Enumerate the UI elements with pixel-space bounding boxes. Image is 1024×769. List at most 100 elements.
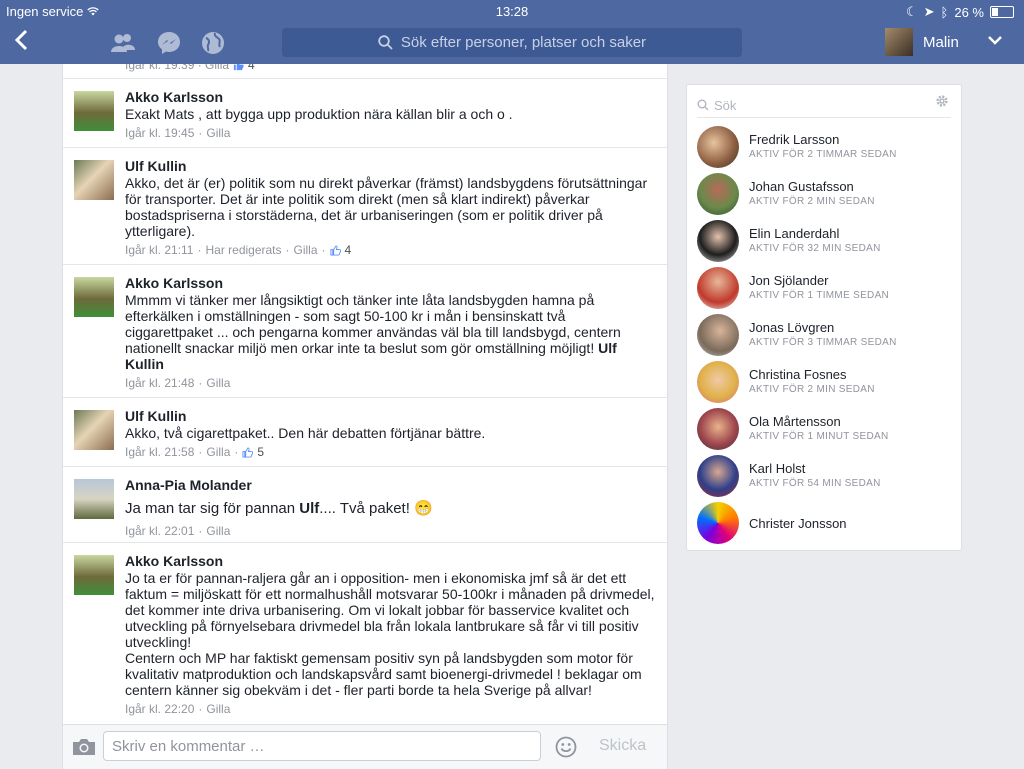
- dot-separator: ·: [234, 445, 239, 459]
- dot-separator: ·: [285, 243, 290, 257]
- avatar: [697, 408, 739, 450]
- chat-friend[interactable]: Karl Holst AKTIV FÖR 54 MIN SEDAN: [697, 455, 953, 499]
- like-count[interactable]: 5: [242, 444, 264, 460]
- comment-text: Jo ta er för pannan-raljera går an i opp…: [125, 570, 655, 698]
- comment-author[interactable]: Anna-Pia Molander: [125, 476, 655, 494]
- status-right: ☾ ➤ ᛒ 26 %: [906, 4, 1014, 20]
- like-button[interactable]: Gilla: [206, 125, 230, 141]
- author-avatar[interactable]: [74, 555, 114, 595]
- like-button[interactable]: Gilla: [206, 444, 230, 460]
- like-button[interactable]: Gilla: [206, 523, 230, 539]
- comment-meta: Igår kl. 21:48 · Gilla: [125, 375, 655, 391]
- friend-name: Jonas Lövgren: [749, 320, 835, 335]
- camera-button[interactable]: [71, 737, 97, 762]
- comment-time[interactable]: Igår kl. 21:11: [125, 242, 193, 258]
- like-count-value: 4: [344, 243, 352, 257]
- comment-body: Ulf Kullin Akko, två cigarettpaket.. Den…: [125, 407, 655, 460]
- nav-row: Sök efter personer, platser och saker Ma…: [0, 26, 1024, 60]
- comment-text: Akko, det är (er) politik som nu direkt …: [125, 175, 648, 239]
- comment-author[interactable]: Akko Karlsson: [125, 552, 655, 570]
- comment-meta: Igår kl. 21:11 · Har redigerats · Gilla · 4: [125, 242, 655, 258]
- chat-search-placeholder: Sök: [714, 97, 737, 113]
- comment-meta-text: Igår kl. 19:39 · Gilla: [125, 64, 230, 72]
- search-icon: [697, 99, 709, 111]
- friend-status: AKTIV FÖR 1 MINUT SEDAN: [749, 431, 889, 442]
- comment-time[interactable]: Igår kl. 21:48: [125, 375, 194, 391]
- friend-name: Ola Mårtensson: [749, 414, 841, 429]
- friend-status: AKTIV FÖR 32 MIN SEDAN: [749, 243, 881, 254]
- emoji-button[interactable]: [555, 736, 577, 763]
- comment-body: Akko Karlsson Mmmm vi tänker mer långsik…: [125, 274, 655, 391]
- chat-friend[interactable]: Elin Landerdahl AKTIV FÖR 32 MIN SEDAN: [697, 220, 953, 264]
- chevron-left-icon: [14, 29, 28, 51]
- comment-input[interactable]: Skriv en kommentar …: [103, 731, 541, 761]
- menu-chevron-button[interactable]: [987, 30, 1003, 55]
- status-bar: Ingen service 13:28 ☾ ➤ ᛒ 26 %: [0, 0, 1024, 22]
- like-count-value: 5: [257, 445, 265, 459]
- comment-author[interactable]: Ulf Kullin: [125, 157, 655, 175]
- comment-time[interactable]: Igår kl. 19:45: [125, 125, 194, 141]
- friend-requests-icon[interactable]: [110, 30, 136, 56]
- like-count: 4: [233, 64, 255, 73]
- comment-author[interactable]: Akko Karlsson: [125, 274, 655, 292]
- avatar: [697, 220, 739, 262]
- dot-separator: ·: [198, 524, 203, 538]
- like-count-value: 4: [248, 64, 255, 72]
- chat-friend[interactable]: Jon Sjölander AKTIV FÖR 1 TIMME SEDAN: [697, 267, 953, 311]
- comment-author[interactable]: Akko Karlsson: [125, 88, 655, 106]
- comment: Akko Karlsson Mmmm vi tänker mer långsik…: [63, 264, 667, 398]
- comment-time[interactable]: Igår kl. 22:20: [125, 701, 194, 717]
- friend-name: Christer Jonsson: [749, 516, 847, 531]
- chat-friend[interactable]: Fredrik Larsson AKTIV FÖR 2 TIMMAR SEDAN: [697, 126, 953, 170]
- friend-name: Fredrik Larsson: [749, 132, 840, 147]
- messenger-icon[interactable]: [156, 30, 182, 56]
- avatar: [697, 267, 739, 309]
- avatar: [885, 28, 913, 56]
- edited-label[interactable]: Har redigerats: [205, 242, 281, 258]
- comment-input-placeholder: Skriv en kommentar …: [112, 737, 265, 755]
- comment-meta: Igår kl. 22:01 · Gilla: [125, 523, 655, 539]
- chat-friend[interactable]: Christer Jonsson: [697, 502, 953, 546]
- dot-separator: ·: [198, 445, 203, 459]
- comment-body: Ulf Kullin Akko, det är (er) politik som…: [125, 157, 655, 258]
- comment-text-a: Ja man tar sig för pannan: [125, 500, 300, 517]
- friend-status: AKTIV FÖR 54 MIN SEDAN: [749, 478, 881, 489]
- profile-link[interactable]: Malin: [885, 28, 959, 56]
- search-bar[interactable]: Sök efter personer, platser och saker: [282, 28, 742, 57]
- like-button[interactable]: Gilla: [294, 242, 318, 258]
- send-button[interactable]: Skicka: [599, 737, 646, 755]
- author-avatar[interactable]: [74, 277, 114, 317]
- author-avatar[interactable]: [74, 479, 114, 519]
- comment-author[interactable]: Ulf Kullin: [125, 407, 655, 425]
- author-avatar[interactable]: [74, 410, 114, 450]
- like-count[interactable]: 4: [329, 242, 352, 258]
- chat-search-input[interactable]: Sök: [697, 95, 951, 115]
- chat-friend[interactable]: Johan Gustafsson AKTIV FÖR 2 MIN SEDAN: [697, 173, 953, 217]
- comment-time[interactable]: Igår kl. 21:58: [125, 444, 194, 460]
- avatar: [697, 502, 739, 544]
- comment: Akko Karlsson Exakt Mats , att bygga upp…: [63, 78, 667, 148]
- chat-friend[interactable]: Christina Fosnes AKTIV FÖR 2 MIN SEDAN: [697, 361, 953, 405]
- friend-status: AKTIV FÖR 3 TIMMAR SEDAN: [749, 337, 897, 348]
- back-button[interactable]: [14, 28, 28, 56]
- thumbs-up-icon: [242, 446, 254, 458]
- friend-name: Jon Sjölander: [749, 273, 829, 288]
- like-button[interactable]: Gilla: [206, 375, 230, 391]
- mention-link[interactable]: Ulf: [299, 500, 319, 517]
- comment-feed[interactable]: Igår kl. 19:39 · Gilla 4 Akko Karlsson E…: [62, 64, 668, 724]
- chat-settings-button[interactable]: [935, 94, 949, 113]
- chat-sidebar: Sök Fredrik Larsson AKTIV FÖR 2 TIMMAR S…: [686, 84, 962, 551]
- chat-friend[interactable]: Ola Mårtensson AKTIV FÖR 1 MINUT SEDAN: [697, 408, 953, 452]
- chat-friend[interactable]: Jonas Lövgren AKTIV FÖR 3 TIMMAR SEDAN: [697, 314, 953, 358]
- top-bar: Ingen service 13:28 ☾ ➤ ᛒ 26 % Sök efter…: [0, 0, 1024, 64]
- notifications-globe-icon[interactable]: [200, 30, 226, 56]
- like-button[interactable]: Gilla: [206, 701, 230, 717]
- comment-text: Mmmm vi tänker mer långsiktigt och tänke…: [125, 292, 655, 372]
- comment-time[interactable]: Igår kl. 22:01: [125, 523, 194, 539]
- battery-level: [992, 8, 998, 16]
- author-avatar[interactable]: [74, 91, 114, 131]
- author-avatar[interactable]: [74, 160, 114, 200]
- friend-status: AKTIV FÖR 2 MIN SEDAN: [749, 384, 875, 395]
- dot-separator: ·: [198, 376, 203, 390]
- comment-body: Akko Karlsson Jo ta er för pannan-raljer…: [125, 552, 655, 717]
